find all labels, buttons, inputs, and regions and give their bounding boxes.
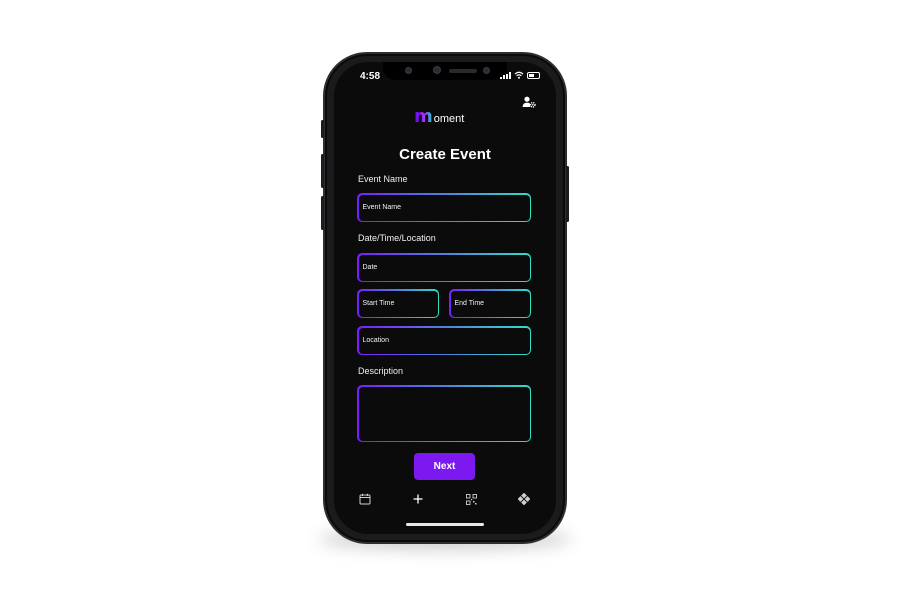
status-icons [500,71,540,79]
calendar-icon [359,493,371,505]
status-time: 4:58 [360,71,381,82]
start-time-placeholder: Start Time [358,290,438,317]
logo-mark: m [414,106,433,127]
location-placeholder: Location [358,327,530,354]
event-name-placeholder: Event Name [358,194,530,221]
tab-calendar[interactable] [356,490,374,508]
date-field[interactable]: Date [357,253,531,282]
description-label: Description [358,366,404,376]
bottom-tab-bar [334,490,556,508]
event-name-field[interactable]: Event Name [357,193,531,222]
description-value [358,386,530,441]
event-name-label: Event Name [358,174,408,184]
grid-icon [518,493,530,505]
volume-down-button [321,196,324,230]
proximity-sensor-icon [483,67,490,74]
notch [383,62,507,80]
mute-switch [321,120,324,138]
speaker-grille [449,69,477,73]
wifi-icon [514,71,524,79]
battery-icon [527,71,540,79]
tab-more[interactable] [515,490,533,508]
location-field[interactable]: Location [357,326,531,355]
page-title: Create Event [399,146,491,163]
signal-icon [500,71,511,79]
tab-create[interactable] [409,490,427,508]
app-screen: 4:58 m oment Create Event Event Name Eve… [334,62,556,534]
start-time-field[interactable]: Start Time [357,289,439,318]
description-textarea[interactable] [357,385,531,442]
logo-wordmark: oment [433,113,465,125]
tab-scan[interactable] [462,490,480,508]
sensor-icon [405,67,412,74]
end-time-placeholder: End Time [450,290,530,317]
volume-up-button [321,154,324,188]
app-logo: m oment [414,108,464,126]
date-time-location-label: Date/Time/Location [358,233,436,243]
next-button[interactable]: Next [414,453,475,480]
date-placeholder: Date [358,254,530,281]
user-gear-icon[interactable] [522,96,536,108]
power-button [566,166,569,222]
end-time-field[interactable]: End Time [449,289,531,318]
qr-code-icon [465,493,477,505]
home-indicator[interactable] [406,523,484,526]
plus-icon [413,494,423,504]
front-camera-icon [433,66,441,74]
